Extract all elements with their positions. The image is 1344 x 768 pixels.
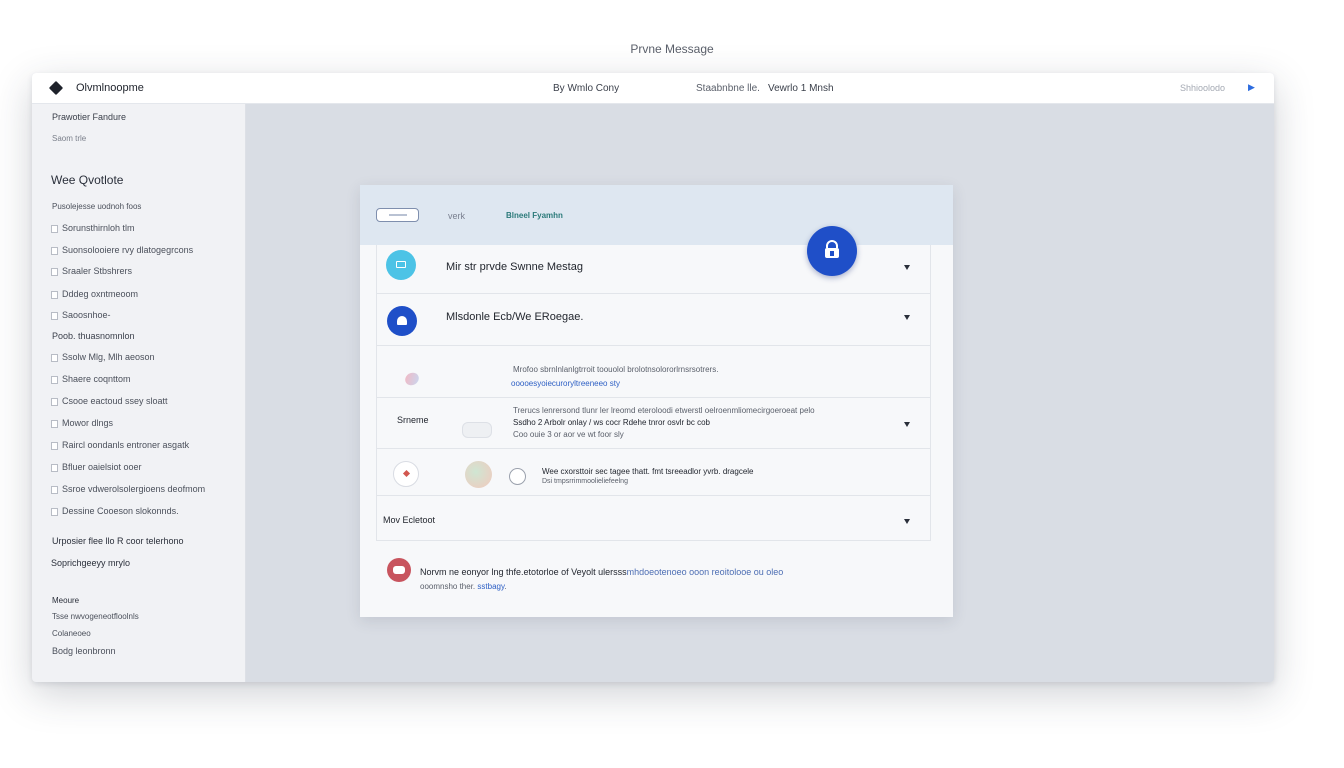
page-caption: Prvne Message <box>630 42 714 56</box>
toggle-pill[interactable] <box>376 208 419 222</box>
sidebar-footer-item[interactable]: Tsse nwvogeneotfloolnls <box>52 612 139 621</box>
sidebar-item[interactable]: Ssroe vdwerolsolergioens deofmom <box>50 484 205 494</box>
footer-message: Norvm ne eonyor lng thfe.etotorloe of Ve… <box>420 567 783 577</box>
sidebar-item[interactable]: Sraaler Stbshrers <box>50 266 132 276</box>
sidebar-footer-item[interactable]: Bodg leonbronn <box>52 646 116 656</box>
sidebar-item[interactable]: Ssolw Mlg, Mlh aeoson <box>51 352 155 362</box>
expander-title: Mov Ecletoot <box>383 515 436 525</box>
chevron-down-icon[interactable] <box>904 422 910 427</box>
avatar <box>465 461 492 488</box>
message-panel: verk Blneel Fyamhn Mir str prvde Swnne M… <box>360 185 953 617</box>
sender-label: Srneme <box>397 415 429 425</box>
settings-link[interactable]: sstbagy <box>477 582 504 591</box>
author-line: By Wmlo Cony <box>553 83 620 94</box>
sidebar-note: Soprichgeeyy mrylo <box>51 558 131 568</box>
panel-header: verk Blneel Fyamhn <box>360 185 953 245</box>
sender-line: Trerucs lenrersond tlunr ler lreomd eter… <box>513 406 815 415</box>
footer-text: Norvm ne eonyor lng thfe.etotorloe of Ve… <box>420 567 627 577</box>
sidebar-note: Urposier flee llo R coor telerhono <box>52 536 184 546</box>
sidebar-item[interactable]: Csooe eactoud ssey sloatt <box>51 396 168 406</box>
diamond-icon[interactable] <box>393 461 419 487</box>
sender-line: Ssdho 2 Arbolr onlay / ws cocr Rdehe tnr… <box>513 418 710 427</box>
forward-arrow-icon[interactable]: ▶ <box>1248 82 1255 93</box>
sidebar-item[interactable]: Raircl oondanls entroner asgatk <box>50 440 189 450</box>
header-link[interactable]: verk <box>448 211 465 221</box>
sidebar-item[interactable]: Dddeg oxntmeoom <box>50 289 138 299</box>
user-avatar[interactable] <box>807 226 857 276</box>
sidebar-item[interactable]: Suonsolooiere rvy dlatogegrcons <box>50 245 193 255</box>
chevron-down-icon[interactable] <box>904 265 910 270</box>
app-name: Olvmlnoopme <box>76 82 144 94</box>
footer-text: ooomnsho ther. <box>420 582 476 591</box>
chat-icon <box>387 306 417 336</box>
sidebar-item[interactable]: Dessine Cooeson slokonnds. <box>51 506 179 516</box>
detail-row: Mrofoo sbrnlnlanlgtrroit toouolol brolot… <box>376 346 931 398</box>
header-active-tab[interactable]: Blneel Fyamhn <box>506 211 563 220</box>
app-window: Olvmlnoopme By Wmlo Cony Staabnbne lle. V… <box>32 73 1274 682</box>
attachment-line: Wee cxorsttoir sec tagee thatt. fmt tsre… <box>542 467 754 476</box>
sidebar: Prawotier Fandure Saom trle Wee Qvotlote… <box>32 104 246 682</box>
sender-line: Coo ouie 3 or aor ve wt foor sly <box>513 430 624 439</box>
footer-secondary: ooomnsho ther. sstbagy. <box>420 582 507 591</box>
sidebar-footer-item[interactable]: Colaneoeo <box>52 629 91 638</box>
sidebar-item[interactable]: Saoosnhoe- <box>51 310 111 320</box>
message-row[interactable]: Mlsdonle Ecb/We ERoegae. <box>376 294 931 346</box>
sidebar-item[interactable]: Mowor dlngs <box>50 418 113 428</box>
row-title: Mlsdonle Ecb/We ERoegae. <box>446 311 584 323</box>
warning-icon <box>387 558 411 582</box>
attachment-row[interactable]: Wee cxorsttoir sec tagee thatt. fmt tsre… <box>376 449 931 496</box>
sidebar-intro: Pusolejesse uodnoh foos <box>52 202 142 211</box>
chevron-down-icon[interactable] <box>904 519 910 524</box>
session-label: Staabnbne lle. <box>696 83 760 94</box>
attachment-line: Dsi tmpsrrimmoolieliefeelng <box>542 478 628 485</box>
chevron-down-icon[interactable] <box>904 315 910 320</box>
sidebar-item[interactable]: Shaere coqnttom <box>51 374 131 384</box>
status-text: Shhioolodo <box>1180 83 1226 93</box>
footer-link[interactable]: mhdoeotenoeo ooon reoitolooe ou oleo <box>627 567 784 577</box>
session-info: Staabnbne lle. Vewrlo 1 Mnsh <box>696 83 834 94</box>
row-title: Mir str prvde Swnne Mestag <box>446 261 583 273</box>
sidebar-top-label[interactable]: Prawotier Fandure <box>52 112 126 122</box>
sender-row[interactable]: Srneme Trerucs lenrersond tlunr ler lreo… <box>376 398 931 449</box>
sender-chip[interactable] <box>462 422 492 438</box>
detail-link[interactable]: ooooesyoiecuroryltreeneeo sty <box>511 379 620 388</box>
lock-icon <box>825 240 839 258</box>
feather-icon <box>402 370 422 388</box>
session-value: Vewrlo 1 Mnsh <box>767 83 834 94</box>
select-radio[interactable] <box>509 468 526 485</box>
sidebar-item[interactable]: Bfluer oaielsiot ooer <box>51 462 142 472</box>
sidebar-heading: Wee Qvotlote <box>51 173 124 187</box>
sidebar-subheading: Poob. thuasnomnlon <box>52 331 135 341</box>
expander-row[interactable]: Mov Ecletoot <box>376 496 931 541</box>
app-logo-icon <box>48 80 64 96</box>
detail-line: Mrofoo sbrnlnlanlgtrroit toouolol brolot… <box>513 365 719 374</box>
message-icon <box>386 250 416 280</box>
titlebar: Olvmlnoopme By Wmlo Cony Staabnbne lle. V… <box>32 73 1274 104</box>
sidebar-sub-label: Saom trle <box>52 134 87 143</box>
sidebar-footer-title: Meoure <box>52 596 80 605</box>
sidebar-item[interactable]: Sorunsthirnloh tlm <box>51 223 135 233</box>
